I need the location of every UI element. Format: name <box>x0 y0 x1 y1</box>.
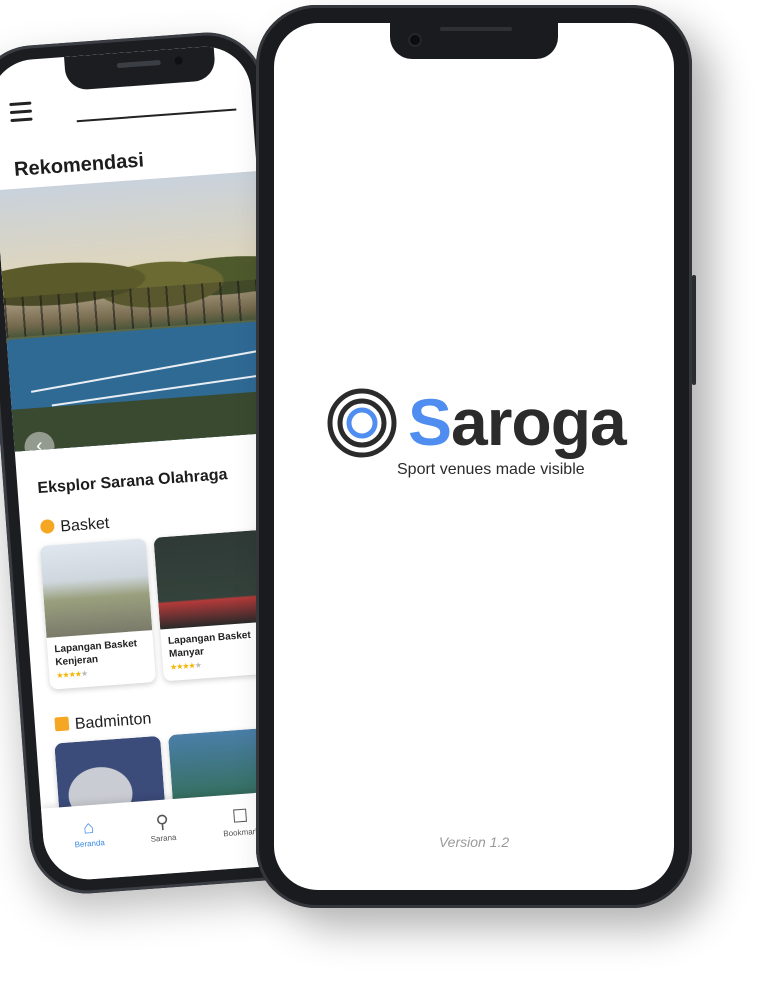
tab-label: Beranda <box>74 838 106 850</box>
phone-camera <box>174 56 183 65</box>
category-basket[interactable]: Basket <box>39 514 110 538</box>
section-title-rekomendasi: Rekomendasi <box>13 149 145 181</box>
phone-speaker <box>116 59 161 69</box>
splash-screen: Saroga Sport venues made visible Version… <box>274 23 674 890</box>
front-phone-mockup: Saroga Sport venues made visible Version… <box>256 5 696 908</box>
header-divider <box>76 108 237 123</box>
phone-side-button <box>692 275 696 385</box>
phone-notch <box>390 23 558 59</box>
saroga-logo-icon <box>327 388 397 458</box>
category-badminton[interactable]: Badminton <box>54 710 152 735</box>
phone-camera <box>410 35 420 45</box>
section-title-explore: Eksplor Sarana Olahraga <box>36 466 229 498</box>
shuttlecock-icon <box>54 716 70 732</box>
version-label: Version 1.2 <box>438 834 510 850</box>
home-icon: ⌂ <box>82 816 95 838</box>
venue-card[interactable]: Lapangan Basket Kenjeran ★★★★★ <box>39 538 157 690</box>
tab-label: Bookmark <box>223 826 260 839</box>
tab-sarana[interactable]: ⚲ Sarana <box>132 810 194 845</box>
phone-speaker <box>440 27 512 31</box>
basketball-icon <box>39 518 55 534</box>
hamburger-menu-icon[interactable] <box>9 101 33 123</box>
phone-notch <box>64 45 217 91</box>
brand-initial: S <box>408 385 452 459</box>
venue-image <box>39 538 153 638</box>
recommendation-carousel[interactable]: ‹ <box>0 171 277 452</box>
brand-rest: aroga <box>451 385 627 459</box>
location-pin-icon: ⚲ <box>155 811 170 833</box>
category-label: Basket <box>59 514 110 536</box>
tab-beranda[interactable]: ⌂ Beranda <box>58 815 120 850</box>
brand-name: Saroga <box>408 385 627 459</box>
category-label: Badminton <box>74 710 152 733</box>
tab-label: Sarana <box>150 832 177 844</box>
brand-tagline: Sport venues made visible <box>397 461 585 478</box>
